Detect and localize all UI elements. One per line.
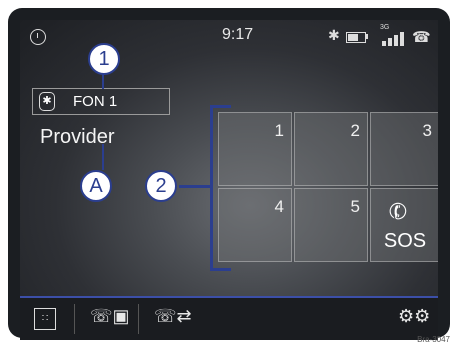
status-time: 9:17 — [222, 26, 254, 43]
speed-dial-key-2[interactable]: 2 — [294, 112, 368, 186]
speed-dial-key-3[interactable]: 3 — [370, 112, 438, 186]
callout-a: A — [80, 170, 112, 202]
callout-2-leader — [179, 185, 212, 188]
speed-dial-key-5[interactable]: 5 — [294, 188, 368, 262]
key-label: 5 — [350, 197, 360, 216]
phone-selector[interactable]: ✱ FON 1 — [32, 88, 170, 115]
clock-icon — [30, 29, 46, 45]
callout-1: 1 — [88, 43, 120, 75]
battery-tip — [366, 34, 368, 39]
battery-icon — [346, 32, 366, 43]
sos-key[interactable]: ✆ SOS — [370, 188, 438, 262]
callout-2: 2 — [145, 170, 177, 202]
bottom-menu-bar: ∷ ☏▣ ☏⇄ ⚙⚙ — [20, 296, 438, 340]
phone-name: FON 1 — [73, 93, 118, 110]
keypad-bracket — [210, 105, 231, 271]
menu-divider — [74, 304, 75, 334]
contacts-icon[interactable]: ☏▣ — [90, 306, 130, 327]
call-list-icon[interactable]: ☏⇄ — [154, 306, 192, 327]
status-bar: 9:17 ✱ 3G ☎ — [20, 20, 438, 54]
key-label: 1 — [274, 121, 284, 140]
handset-icon: ✆ — [385, 196, 411, 227]
sos-label: SOS — [383, 230, 427, 252]
key-label: 4 — [274, 197, 284, 216]
menu-divider — [138, 304, 139, 334]
bluetooth-status-icon: ✱ — [328, 27, 340, 43]
key-label: 3 — [422, 121, 432, 140]
bluetooth-icon: ✱ — [39, 92, 55, 111]
image-code: Bra-3047 — [417, 335, 450, 344]
phone-status-icon: ☎ — [412, 29, 431, 46]
key-label: 2 — [350, 121, 360, 140]
settings-icon[interactable]: ⚙⚙ — [398, 306, 430, 327]
callout-a-leader — [102, 144, 104, 170]
keypad-icon[interactable]: ∷ — [34, 308, 56, 330]
callout-1-leader — [102, 73, 104, 89]
